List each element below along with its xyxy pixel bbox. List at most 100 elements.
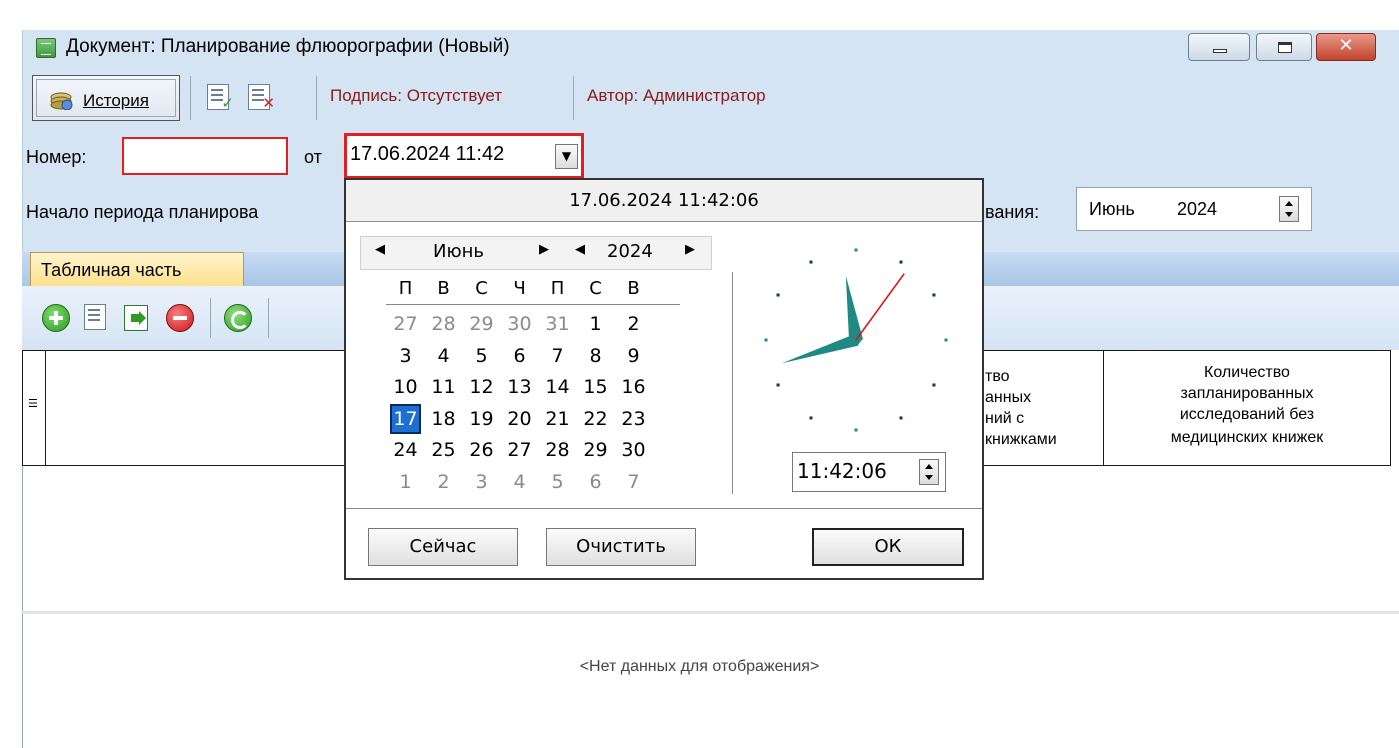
calendar-day[interactable]: 27 — [504, 435, 535, 465]
ok-button[interactable]: ОК — [812, 528, 964, 566]
calendar-day[interactable]: 6 — [580, 467, 611, 497]
calendar-day[interactable]: 3 — [390, 341, 421, 371]
calendar-day[interactable]: 28 — [542, 435, 573, 465]
weekday-header: С — [589, 278, 602, 299]
calendar-day[interactable]: 30 — [618, 435, 649, 465]
calendar-day[interactable]: 28 — [428, 309, 459, 339]
calendar-day[interactable]: 15 — [580, 372, 611, 402]
prev-month-icon[interactable]: ◀ — [375, 242, 385, 257]
column-header-line: исследований без — [1179, 406, 1315, 423]
from-label: от — [304, 147, 322, 167]
calendar-day[interactable]: 16 — [618, 372, 649, 402]
period-month-spinner[interactable]: Июнь 2024 — [1076, 187, 1312, 231]
clock-tick — [899, 260, 903, 264]
minimize-button[interactable] — [1188, 33, 1250, 61]
toolbar-separator — [190, 76, 191, 120]
calendar-day[interactable]: 1 — [580, 309, 611, 339]
prev-year-icon[interactable]: ◀ — [575, 242, 585, 257]
edit-row-icon[interactable] — [84, 304, 106, 330]
spin-updown-icon[interactable] — [1279, 196, 1299, 222]
calendar-day[interactable]: 1 — [390, 467, 421, 497]
calendar-day[interactable]: 26 — [466, 435, 497, 465]
add-row-icon[interactable] — [42, 304, 70, 332]
column-header-with-books[interactable]: тво анных ний с книжками — [974, 350, 1104, 466]
calendar-day[interactable]: 7 — [618, 467, 649, 497]
calendar-day[interactable]: 2 — [428, 467, 459, 497]
analog-clock-icon — [764, 248, 948, 432]
calendar-day[interactable]: 23 — [618, 404, 649, 434]
calendar-day[interactable]: 10 — [390, 372, 421, 402]
calendar-day[interactable]: 19 — [466, 404, 497, 434]
nav-month: Июнь — [433, 241, 484, 262]
grid-divider — [22, 611, 1399, 614]
dropdown-arrow-icon[interactable]: ▼ — [555, 144, 578, 169]
nav-year: 2024 — [607, 241, 653, 262]
period-start-label: Начало периода планирова — [26, 202, 259, 222]
calendar-day[interactable]: 5 — [466, 341, 497, 371]
calendar-day[interactable]: 8 — [580, 341, 611, 371]
date-value: 17.06.2024 11:42 — [350, 143, 505, 165]
row-indicator-header[interactable]: ☰ — [22, 350, 46, 466]
clock-tick — [809, 260, 813, 264]
calendar-day[interactable]: 29 — [580, 435, 611, 465]
unsign-document-icon[interactable]: ✕ — [248, 84, 275, 112]
empty-grid-message: <Нет данных для отображения> — [579, 658, 820, 675]
second-hand — [855, 273, 905, 341]
time-value: 11:42:06 — [797, 459, 887, 483]
period-month: Июнь — [1089, 199, 1135, 219]
month-year-navigator: ◀ Июнь ▶ ◀ 2024 ▶ — [360, 236, 712, 270]
tab-table-part[interactable]: Табличная часть — [30, 252, 244, 288]
hour-hand — [845, 275, 863, 346]
sign-document-icon[interactable]: ✓ — [207, 84, 234, 112]
calendar-day[interactable]: 6 — [504, 341, 535, 371]
author-link[interactable]: Автор: Администратор — [587, 86, 766, 106]
calendar-day-selected[interactable]: 17 — [390, 403, 421, 434]
number-field[interactable] — [122, 137, 288, 175]
clock-tick — [944, 338, 948, 342]
calendar-day[interactable]: 12 — [466, 372, 497, 402]
weekday-header: В — [627, 278, 640, 299]
history-button[interactable]: История — [32, 75, 180, 121]
column-header-without-books[interactable]: Количество запланированных исследований … — [1103, 350, 1391, 466]
calendar-day[interactable]: 9 — [618, 341, 649, 371]
calendar-day[interactable]: 27 — [390, 309, 421, 339]
calendar-day[interactable]: 29 — [466, 309, 497, 339]
minimize-icon — [1213, 49, 1227, 53]
calendar-day[interactable]: 13 — [504, 372, 535, 402]
calendar-day[interactable]: 25 — [428, 435, 459, 465]
date-field[interactable]: 17.06.2024 11:42 ▼ — [344, 133, 584, 179]
close-button[interactable]: ✕ — [1316, 33, 1376, 61]
calendar-day[interactable]: 4 — [428, 341, 459, 371]
calendar-day[interactable]: 14 — [542, 372, 573, 402]
calendar-day[interactable]: 20 — [504, 404, 535, 434]
history-icon — [50, 92, 73, 110]
calendar-day[interactable]: 21 — [542, 404, 573, 434]
now-button[interactable]: Сейчас — [368, 528, 518, 566]
calendar-day[interactable]: 5 — [542, 467, 573, 497]
toolbar-separator — [316, 76, 317, 120]
calendar-day[interactable]: 30 — [504, 309, 535, 339]
calendar-day[interactable]: 2 — [618, 309, 649, 339]
calendar-day[interactable]: 11 — [428, 372, 459, 402]
calendar-day[interactable]: 7 — [542, 341, 573, 371]
calendar-day[interactable]: 4 — [504, 467, 535, 497]
delete-row-icon[interactable] — [166, 304, 194, 332]
refresh-icon[interactable] — [224, 304, 252, 332]
clock-tick — [776, 293, 780, 297]
spin-updown-icon[interactable] — [919, 459, 939, 485]
signature-status-link[interactable]: Подпись: Отсутствует — [330, 86, 502, 106]
time-spinner[interactable]: 11:42:06 — [792, 452, 946, 492]
next-month-icon[interactable]: ▶ — [539, 242, 549, 257]
calendar-day[interactable]: 22 — [580, 404, 611, 434]
calendar-day[interactable]: 18 — [428, 404, 459, 434]
datetime-picker-popup: 17.06.2024 11:42:06 ◀ Июнь ▶ ◀ 2024 ▶ ПВ… — [344, 178, 984, 580]
next-year-icon[interactable]: ▶ — [685, 242, 695, 257]
calendar-day[interactable]: 3 — [466, 467, 497, 497]
column-header-line: медицинских книжек — [1170, 429, 1324, 446]
maximize-button[interactable] — [1256, 33, 1312, 61]
clear-button[interactable]: Очистить — [546, 528, 696, 566]
save-icon[interactable] — [124, 305, 148, 331]
calendar-day[interactable]: 31 — [542, 309, 573, 339]
calendar-day[interactable]: 24 — [390, 435, 421, 465]
calendar-clock-separator — [732, 272, 733, 494]
